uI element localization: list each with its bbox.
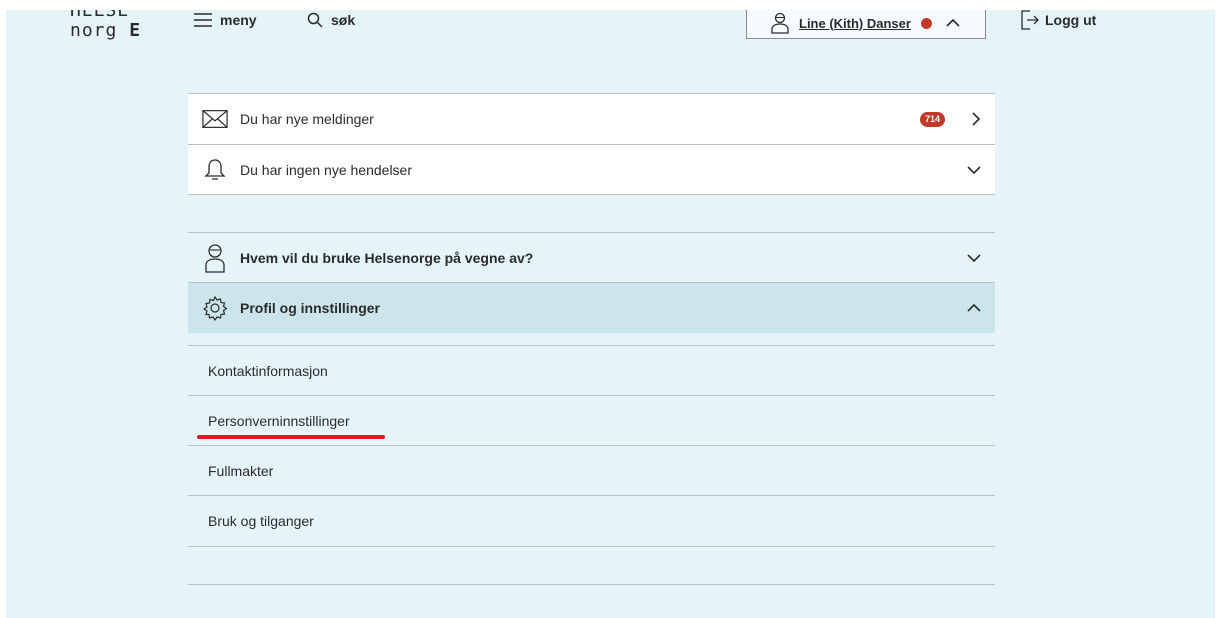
user-icon: [202, 243, 228, 273]
profile-settings-row[interactable]: Profil og innstillinger: [188, 283, 995, 333]
logo-line-2: norg E: [70, 20, 142, 41]
user-name-link[interactable]: Line (Kith) Danser: [799, 16, 911, 31]
represent-label: Hvem vil du bruke Helsenorge på vegne av…: [240, 249, 534, 266]
menu-button[interactable]: meny: [194, 10, 257, 30]
app-panel: HELSE norg E meny søk Line (Kith) Danser…: [6, 10, 1215, 618]
submenu-item-label: Kontaktinformasjon: [208, 362, 328, 379]
events-row[interactable]: Du har ingen nye hendelser: [188, 145, 995, 194]
represent-row[interactable]: Hvem vil du bruke Helsenorge på vegne av…: [188, 233, 995, 282]
chevron-down-icon: [967, 253, 981, 262]
search-label: søk: [331, 12, 356, 28]
chevron-up-icon: [967, 303, 981, 312]
chevron-down-icon: [967, 165, 981, 174]
logout-button[interactable]: Logg ut: [1021, 10, 1096, 30]
events-label: Du har ingen nye hendelser: [240, 161, 413, 178]
messages-count-badge: 714: [919, 111, 945, 127]
submenu-item-usage[interactable]: Bruk og tilganger: [188, 496, 995, 546]
user-menu[interactable]: Line (Kith) Danser: [746, 10, 986, 39]
submenu-item-contact[interactable]: Kontaktinformasjon: [188, 346, 995, 395]
submenu-item-label: Fullmakter: [208, 462, 274, 479]
profile-settings-label: Profil og innstillinger: [240, 300, 380, 316]
menu-label: meny: [220, 12, 257, 28]
divider: [188, 584, 995, 585]
messages-label: Du har nye meldinger: [240, 111, 374, 127]
logout-icon: [1021, 10, 1039, 30]
user-icon: [771, 12, 789, 34]
submenu-item-label: Personverninnstillinger: [208, 412, 350, 429]
messages-row[interactable]: Du har nye meldinger 714: [188, 94, 995, 144]
submenu-item-label: Bruk og tilganger: [208, 513, 314, 529]
hamburger-icon: [194, 13, 212, 27]
helsenorge-logo[interactable]: HELSE norg E: [70, 10, 168, 41]
submenu-item-proxies[interactable]: Fullmakter: [188, 446, 995, 495]
notification-dot: [920, 17, 932, 29]
chevron-right-icon: [972, 112, 981, 126]
red-underline-annotation: [197, 435, 385, 439]
divider: [188, 546, 995, 547]
envelope-icon: [202, 109, 228, 129]
divider: [188, 194, 995, 195]
gear-icon: [202, 295, 228, 321]
chevron-up-icon: [946, 18, 960, 27]
search-icon: [307, 12, 323, 28]
bell-icon: [202, 158, 228, 182]
logout-label: Logg ut: [1045, 12, 1097, 28]
search-button[interactable]: søk: [307, 10, 355, 30]
